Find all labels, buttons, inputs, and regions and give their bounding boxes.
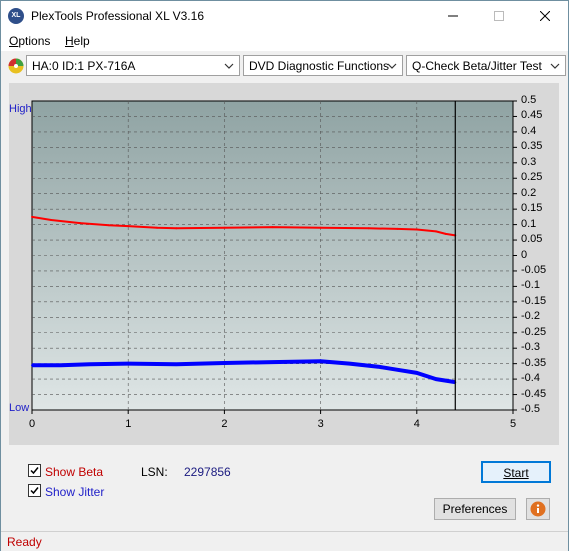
beta-data-point (367, 227, 370, 230)
jitter-data-point (127, 362, 130, 365)
y-tick-label: 0.4 (521, 124, 537, 137)
x-tick-label: 1 (125, 418, 132, 430)
beta-data-point (127, 225, 130, 228)
jitter-data-point (319, 360, 322, 363)
jitter-data-point (88, 363, 91, 366)
checkmark-icon (30, 487, 39, 495)
start-button-label: Start (503, 466, 529, 480)
jitter-data-point (271, 361, 274, 364)
jitter-data-point (377, 365, 380, 368)
beta-data-point (444, 232, 447, 235)
jitter-data-point (396, 368, 399, 371)
y-tick-label: 0.5 (521, 94, 537, 106)
y-tick-label: -0.25 (521, 325, 547, 338)
beta-data-point (396, 227, 399, 230)
beta-data-point (415, 228, 418, 231)
jitter-data-point (425, 375, 428, 378)
lsn-value: 2297856 (184, 465, 231, 479)
x-tick-label: 3 (317, 418, 324, 430)
show-beta-label[interactable]: Show Beta (45, 465, 103, 479)
beta-data-point (223, 226, 226, 229)
show-jitter-label[interactable]: Show Jitter (45, 485, 104, 499)
preferences-button[interactable]: Preferences (434, 498, 516, 520)
y-tick-label: 0.1 (521, 217, 537, 230)
show-beta-checkbox[interactable] (28, 464, 41, 477)
info-button[interactable] (526, 498, 550, 520)
beta-data-point (79, 222, 82, 225)
y-axis-low-label: Low (9, 402, 30, 414)
y-tick-label: -0.05 (521, 263, 547, 276)
show-jitter-checkbox[interactable] (28, 484, 41, 497)
status-bar: Ready (1, 531, 568, 551)
jitter-data-point (31, 364, 33, 367)
info-icon (530, 501, 546, 517)
y-tick-label: 0.45 (521, 109, 543, 122)
y-tick-label: -0.3 (521, 341, 540, 354)
beta-data-point (107, 224, 110, 227)
start-button[interactable]: Start (481, 461, 551, 483)
jitter-data-point (348, 362, 351, 365)
lsn-label: LSN: (141, 465, 168, 479)
beta-data-point (319, 226, 322, 229)
y-axis-high-label: High (9, 103, 32, 115)
y-tick-label: 0.25 (521, 171, 543, 184)
jitter-data-point (175, 363, 178, 366)
y-tick-label: -0.2 (521, 310, 540, 323)
checkmark-icon (30, 467, 39, 475)
y-tick-label: -0.5 (521, 403, 540, 415)
y-tick-label: 0 (521, 248, 528, 261)
jitter-data-point (435, 378, 438, 381)
jitter-data-point (444, 379, 447, 382)
y-tick-label: -0.35 (521, 356, 547, 369)
y-tick-label: 0.15 (521, 202, 543, 215)
y-tick-label: 0.2 (521, 186, 537, 199)
jitter-data-point (223, 362, 226, 365)
beta-data-point (175, 227, 178, 230)
main-window: XL PlexTools Professional XL V3.16 Optio… (0, 0, 569, 551)
y-tick-label: -0.45 (521, 387, 547, 400)
status-text: Ready (7, 535, 42, 549)
y-tick-label: -0.15 (521, 294, 547, 307)
y-tick-label: -0.1 (521, 279, 540, 292)
jitter-data-point (59, 364, 62, 367)
y-tick-label: 0.05 (521, 233, 543, 246)
beta-data-point (50, 218, 53, 221)
x-tick-label: 5 (510, 418, 517, 430)
x-tick-label: 0 (29, 418, 36, 430)
beta-data-point (271, 226, 274, 229)
beta-data-point (435, 230, 438, 233)
y-tick-label: -0.4 (521, 372, 540, 385)
jitter-data-point (415, 371, 418, 374)
x-tick-label: 2 (221, 418, 228, 430)
beta-data-point (31, 215, 33, 218)
y-tick-label: 0.3 (521, 155, 537, 168)
y-tick-label: 0.35 (521, 140, 543, 153)
x-tick-label: 4 (413, 418, 420, 430)
beta-data-point (156, 226, 159, 229)
